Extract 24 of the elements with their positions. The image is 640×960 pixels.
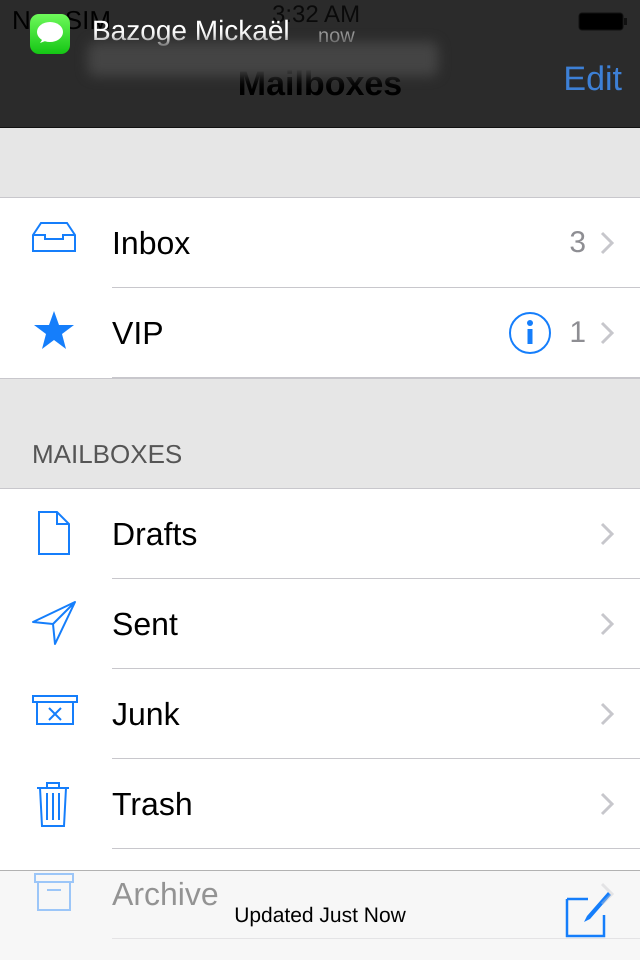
chevron-icon <box>600 522 614 546</box>
mailbox-label[interactable]: Sent <box>112 606 178 642</box>
mailbox-label[interactable]: Drafts <box>112 516 198 552</box>
edit-button[interactable]: Edit <box>563 62 622 96</box>
chevron-icon <box>600 612 614 636</box>
chevron-icon <box>600 882 614 906</box>
mailbox-label[interactable]: Inbox <box>112 224 190 260</box>
chevron-icon <box>600 792 614 816</box>
compose-button[interactable] <box>564 889 612 939</box>
mailbox-label[interactable]: VIP <box>112 314 164 350</box>
unread-count: 1 <box>569 315 586 351</box>
mailbox-label[interactable]: Trash <box>112 786 193 822</box>
chevron-icon <box>600 230 614 254</box>
mailbox-label[interactable]: Junk <box>112 696 180 732</box>
info-icon[interactable] <box>507 310 554 356</box>
notification-time: now <box>318 26 355 46</box>
chevron-icon <box>600 702 614 726</box>
chevron-icon <box>600 320 614 344</box>
update-status: Updated Just Now <box>234 902 406 929</box>
compose-icon <box>564 889 612 939</box>
section-header: MAILBOXES <box>32 438 182 471</box>
battery-icon <box>578 12 628 32</box>
unread-count: 3 <box>569 225 586 261</box>
paper-plane-icon <box>31 600 79 648</box>
